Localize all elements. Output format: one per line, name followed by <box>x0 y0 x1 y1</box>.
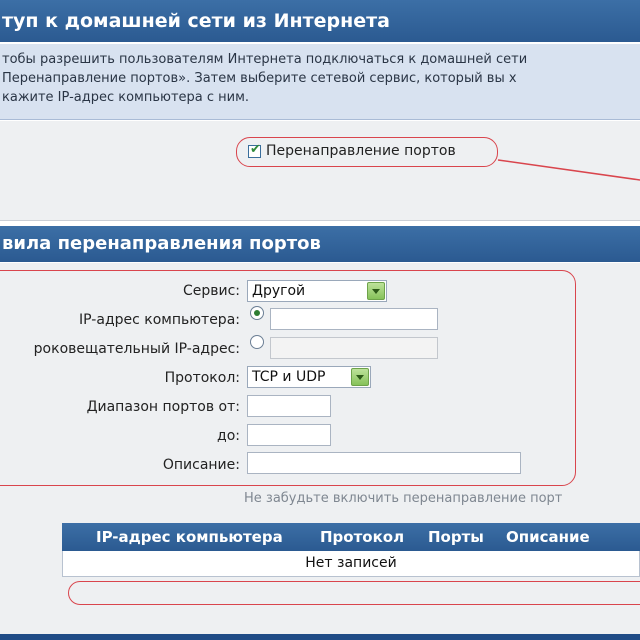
radio-selected-dot <box>254 310 260 316</box>
ip-address-radio[interactable] <box>250 306 264 320</box>
port-to-label: до: <box>217 428 240 444</box>
protocol-label: Протокол: <box>164 370 240 386</box>
highlight-oval-table <box>68 581 640 605</box>
section-title-rules: вила перенаправления портов <box>2 233 321 254</box>
chevron-down-icon <box>367 282 385 300</box>
port-from-input[interactable] <box>247 395 331 417</box>
rules-table: IP-адрес компьютера Протокол Порты Описа… <box>62 523 640 577</box>
broadcast-ip-label: роковещательный IP-адрес: <box>33 341 240 357</box>
broadcast-ip-radio[interactable] <box>250 335 264 349</box>
service-label: Сервис: <box>182 283 240 299</box>
protocol-select[interactable]: TCP и UDP <box>247 366 371 388</box>
annotation-line-1 <box>497 159 640 181</box>
service-select-value: Другой <box>252 283 306 299</box>
port-forwarding-checkbox-label[interactable]: Перенаправление портов <box>266 143 456 159</box>
table-row-empty: Нет записей <box>62 551 640 577</box>
column-header-ip: IP-адрес компьютера <box>96 528 283 546</box>
service-select[interactable]: Другой <box>247 280 387 302</box>
ip-address-input[interactable] <box>270 308 438 330</box>
port-forwarding-checkbox[interactable]: ✔ <box>248 142 261 158</box>
port-to-input[interactable] <box>247 424 331 446</box>
protocol-select-value: TCP и UDP <box>252 369 326 385</box>
check-icon: ✔ <box>250 142 261 157</box>
port-from-label: Диапазон портов от: <box>86 399 240 415</box>
column-header-description: Описание <box>506 528 590 546</box>
table-header-row: IP-адрес компьютера Протокол Порты Описа… <box>62 523 640 551</box>
section-header-rules: вила перенаправления портов <box>0 226 640 262</box>
broadcast-ip-input[interactable] <box>270 337 438 359</box>
reminder-hint: Не забудьте включить перенаправление пор… <box>244 491 563 506</box>
chevron-down-icon <box>351 368 369 386</box>
description-label: Описание: <box>162 457 240 473</box>
description-input[interactable] <box>247 452 521 474</box>
bottom-bar <box>0 634 640 640</box>
ip-address-label: IP-адрес компьютера: <box>79 312 240 328</box>
empty-table-message: Нет записей <box>305 555 397 571</box>
column-header-ports: Порты <box>428 528 484 546</box>
column-header-protocol: Протокол <box>320 528 405 546</box>
